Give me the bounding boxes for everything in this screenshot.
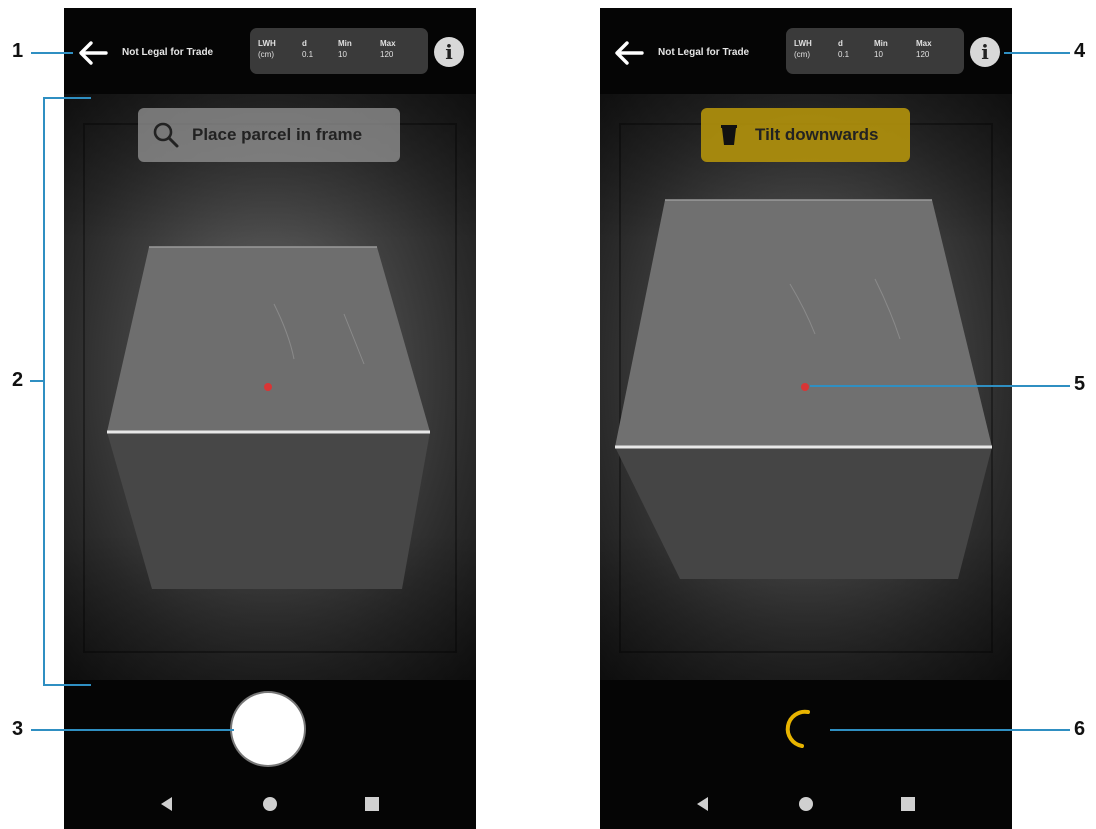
spec-d: d 0.1 xyxy=(838,39,850,59)
tilt-downwards-prompt: Tilt downwards xyxy=(701,108,910,162)
android-nav-bar xyxy=(64,788,476,829)
spec-lwh: LWH (cm) xyxy=(258,39,276,59)
callout-line-4 xyxy=(1004,52,1070,54)
recents-square-icon[interactable] xyxy=(898,794,918,819)
info-icon[interactable]: i xyxy=(970,37,1000,67)
tilt-phone-icon xyxy=(715,121,743,149)
top-bar: Not Legal for Trade LWH (cm) d 0.1 Min 1… xyxy=(64,8,476,94)
android-nav-bar xyxy=(600,788,1012,829)
spec-max: Max 120 xyxy=(380,39,396,59)
aim-dot xyxy=(801,383,809,391)
spec-panel: LWH (cm) d 0.1 Min 10 Max 120 xyxy=(786,28,964,74)
back-triangle-icon[interactable] xyxy=(157,794,177,819)
spec-min: Min 10 xyxy=(338,39,352,59)
callout-line-5 xyxy=(810,385,1070,387)
prompt-text: Tilt downwards xyxy=(755,125,879,144)
spec-panel: LWH (cm) d 0.1 Min 10 Max 120 xyxy=(250,28,428,74)
callout-3: 3 xyxy=(12,718,24,740)
callout-bracket-2 xyxy=(43,97,45,686)
shutter-button[interactable] xyxy=(232,693,304,765)
recents-square-icon[interactable] xyxy=(362,794,382,819)
callout-line-1 xyxy=(31,52,73,54)
callout-bracket-top xyxy=(43,97,91,99)
callout-1: 1 xyxy=(12,40,24,62)
place-parcel-prompt: Place parcel in frame xyxy=(138,108,400,162)
callout-line-2 xyxy=(30,380,44,382)
home-circle-icon[interactable] xyxy=(796,794,816,819)
callout-6: 6 xyxy=(1074,718,1086,740)
aim-dot xyxy=(264,383,272,391)
callout-line-3 xyxy=(31,729,234,731)
loading-spinner-icon xyxy=(785,709,810,748)
home-circle-icon[interactable] xyxy=(260,794,280,819)
back-triangle-icon[interactable] xyxy=(693,794,713,819)
spec-d: d 0.1 xyxy=(302,39,314,59)
callout-line-6 xyxy=(830,729,1070,731)
prompt-text: Place parcel in frame xyxy=(192,125,363,144)
callout-bracket-bottom xyxy=(43,684,91,686)
callout-2: 2 xyxy=(12,369,24,391)
search-icon xyxy=(152,121,180,149)
top-bar: Not Legal for Trade LWH (cm) d 0.1 Min 1… xyxy=(600,8,1012,94)
left-phone-screen: Not Legal for Trade LWH (cm) d 0.1 Min 1… xyxy=(64,8,476,829)
back-arrow-icon[interactable] xyxy=(76,36,110,70)
legal-text: Not Legal for Trade xyxy=(122,47,214,58)
spec-lwh: LWH (cm) xyxy=(794,39,812,59)
back-arrow-icon[interactable] xyxy=(612,36,646,70)
info-icon[interactable]: i xyxy=(434,37,464,67)
callout-4: 4 xyxy=(1074,40,1086,62)
callout-5: 5 xyxy=(1074,373,1086,395)
spec-max: Max 120 xyxy=(916,39,932,59)
camera-viewfinder: Tilt downwards xyxy=(600,94,1012,680)
spec-min: Min 10 xyxy=(874,39,888,59)
right-phone-screen: Not Legal for Trade LWH (cm) d 0.1 Min 1… xyxy=(600,8,1012,829)
legal-text: Not Legal for Trade xyxy=(658,47,750,58)
camera-viewfinder: Place parcel in frame xyxy=(64,94,476,680)
